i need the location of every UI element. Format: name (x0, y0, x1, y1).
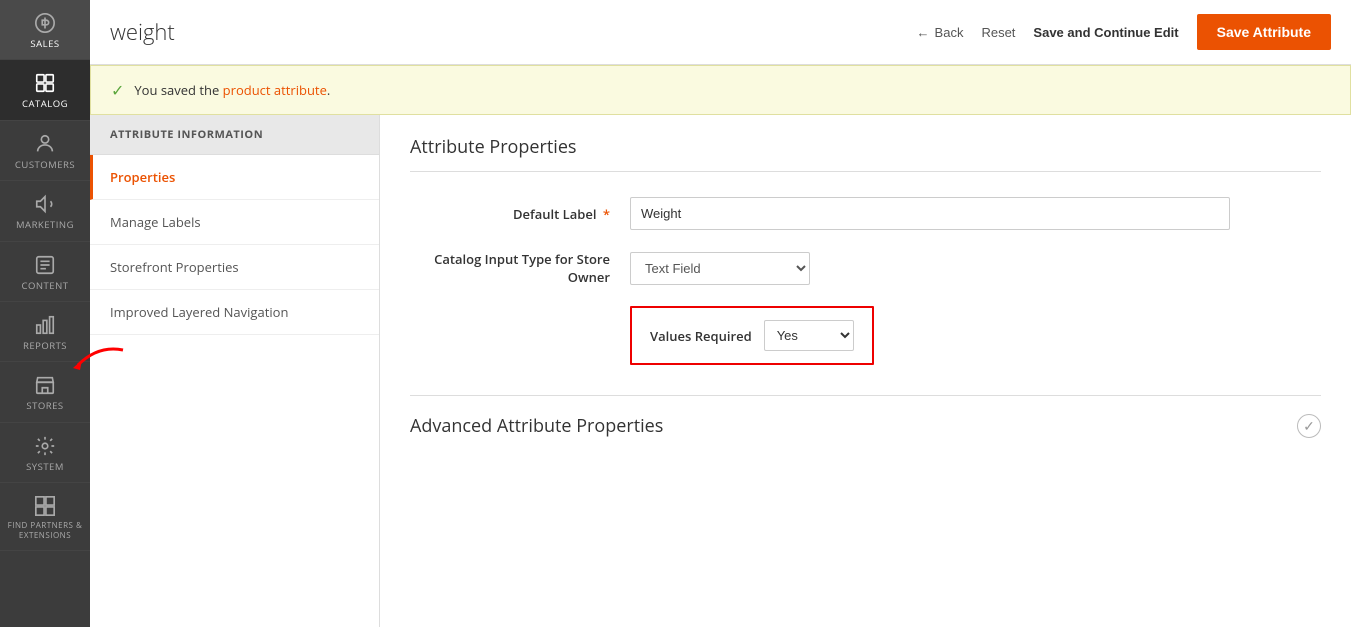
values-required-row: Values Required Yes No (410, 306, 1321, 365)
product-attribute-link[interactable]: product attribute (223, 81, 327, 99)
sidebar-label-content: CONTENT (22, 280, 69, 291)
sidebar-label-find-partners: FIND PARTNERS & EXTENSIONS (5, 521, 85, 540)
dollar-icon (34, 12, 56, 34)
checkmark-icon: ✓ (111, 79, 124, 101)
page-title: weight (110, 17, 917, 47)
required-asterisk: * (603, 205, 610, 223)
store-icon (34, 374, 56, 396)
sidebar-label-catalog: CATALOG (22, 98, 68, 109)
right-panel: Attribute Properties Default Label * Cat… (380, 115, 1351, 627)
collapse-icon[interactable]: ✓ (1297, 414, 1321, 438)
sidebar-label-reports: REPORTS (23, 340, 67, 351)
header-actions: ← Back Reset Save and Continue Edit Save… (917, 14, 1331, 50)
success-message: You saved the product attribute. (134, 81, 330, 99)
left-panel-header: Attribute Information (90, 115, 379, 155)
save-continue-button[interactable]: Save and Continue Edit (1033, 25, 1178, 40)
sidebar: SALES CATALOG CUSTOMERS MARKETING CONTEN… (0, 0, 90, 627)
nav-item-manage-labels[interactable]: Manage Labels (90, 200, 379, 245)
page-header: weight ← Back Reset Save and Continue Ed… (90, 0, 1351, 65)
default-label-input[interactable] (630, 197, 1230, 230)
nav-item-storefront-properties[interactable]: Storefront Properties (90, 245, 379, 290)
values-required-box: Values Required Yes No (630, 306, 874, 365)
success-banner: ✓ You saved the product attribute. (90, 65, 1351, 115)
nav-item-properties[interactable]: Properties (90, 155, 379, 200)
advanced-title: Advanced Attribute Properties (410, 414, 1297, 438)
bar-chart-icon (34, 314, 56, 336)
content-area: Attribute Information Properties Manage … (90, 115, 1351, 627)
save-attribute-button[interactable]: Save Attribute (1197, 14, 1331, 50)
megaphone-icon (34, 193, 56, 215)
main-area: weight ← Back Reset Save and Continue Ed… (90, 0, 1351, 627)
sidebar-item-marketing[interactable]: MARKETING (0, 181, 90, 241)
sidebar-label-system: SYSTEM (26, 461, 64, 472)
box-icon (34, 72, 56, 94)
sidebar-label-sales: SALES (30, 38, 59, 49)
values-required-label: Values Required (650, 327, 752, 345)
default-label-label: Default Label * (410, 205, 630, 223)
default-label-row: Default Label * (410, 197, 1321, 230)
left-panel: Attribute Information Properties Manage … (90, 115, 380, 627)
sidebar-item-reports[interactable]: REPORTS (0, 302, 90, 362)
nav-item-improved-layered[interactable]: Improved Layered Navigation (90, 290, 379, 335)
sidebar-item-sales[interactable]: SALES (0, 0, 90, 60)
sidebar-label-marketing: MARKETING (16, 219, 74, 230)
sidebar-item-stores[interactable]: STORES (0, 362, 90, 422)
blocks-icon (34, 495, 56, 517)
section-divider-top (410, 171, 1321, 172)
content-icon (34, 254, 56, 276)
sidebar-item-content[interactable]: CONTENT (0, 242, 90, 302)
reset-button[interactable]: Reset (981, 25, 1015, 40)
sidebar-label-customers: CUSTOMERS (15, 159, 75, 170)
advanced-section[interactable]: Advanced Attribute Properties ✓ (410, 395, 1321, 438)
gear-icon (34, 435, 56, 457)
back-arrow-icon: ← (917, 25, 930, 40)
sidebar-item-system[interactable]: SYSTEM (0, 423, 90, 483)
sidebar-item-catalog[interactable]: CATALOG (0, 60, 90, 120)
catalog-input-row: Catalog Input Type for Store Owner Text … (410, 250, 1321, 286)
catalog-input-select[interactable]: Text Field (630, 252, 810, 285)
catalog-input-label: Catalog Input Type for Store Owner (410, 250, 630, 286)
attribute-properties-title: Attribute Properties (410, 135, 1321, 159)
sidebar-item-customers[interactable]: CUSTOMERS (0, 121, 90, 181)
back-button[interactable]: ← Back (917, 25, 964, 40)
person-icon (34, 133, 56, 155)
values-required-select[interactable]: Yes No (764, 320, 854, 351)
sidebar-item-find-partners[interactable]: FIND PARTNERS & EXTENSIONS (0, 483, 90, 551)
sidebar-label-stores: STORES (26, 400, 63, 411)
